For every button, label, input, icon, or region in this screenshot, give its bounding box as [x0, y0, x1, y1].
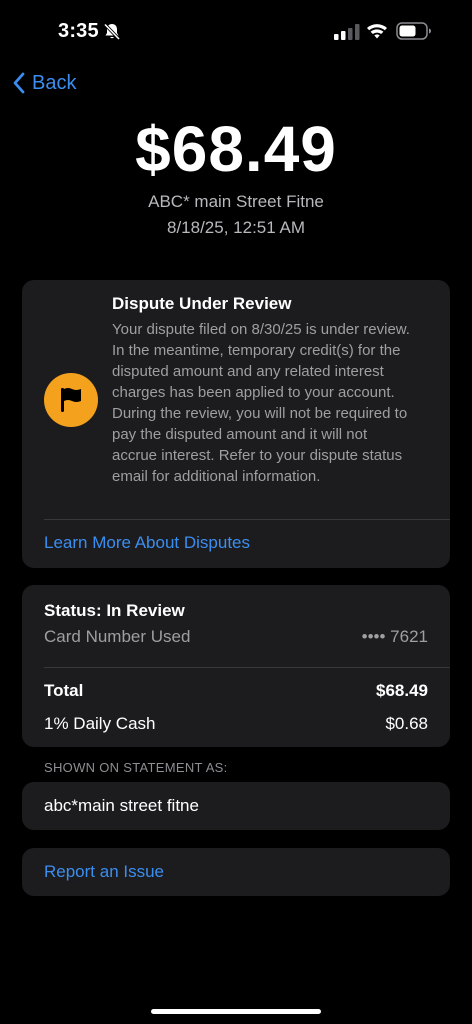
- report-issue-label: Report an Issue: [44, 862, 165, 881]
- transaction-details-card: Status: In Review Card Number Used •••• …: [22, 585, 450, 747]
- dispute-title: Dispute Under Review: [112, 294, 292, 313]
- total-label: Total: [44, 681, 84, 700]
- merchant-name: ABC* main Street Fitne: [148, 192, 324, 211]
- transaction-detail-screen: 3:35 Back $68.49 ABC* main Street Fitne …: [0, 0, 472, 1024]
- report-issue-button[interactable]: Report an Issue: [22, 848, 450, 896]
- chevron-left-icon: [12, 71, 26, 95]
- cellular-signal-icon: [334, 24, 360, 45]
- daily-cash-label: 1% Daily Cash: [44, 714, 156, 733]
- statement-section-header: SHOWN ON STATEMENT AS:: [44, 760, 228, 775]
- transaction-amount: $68.49: [135, 113, 337, 185]
- transaction-datetime: 8/18/25, 12:51 AM: [167, 218, 305, 237]
- back-label: Back: [32, 71, 77, 94]
- card-number-label: Card Number Used: [44, 627, 191, 646]
- divider: [44, 519, 450, 520]
- flag-icon: [44, 373, 98, 427]
- home-indicator[interactable]: [151, 1009, 321, 1014]
- back-button[interactable]: Back: [12, 68, 76, 98]
- battery-icon: [396, 22, 432, 45]
- dispute-card: Dispute Under Review Your dispute filed …: [22, 280, 450, 568]
- card-number-value: •••• 7621: [361, 627, 428, 646]
- dispute-description: Your dispute filed on 8/30/25 is under r…: [112, 321, 410, 485]
- status-time: 3:35: [58, 20, 99, 42]
- status-bar: 3:35: [0, 0, 472, 62]
- total-value: $68.49: [376, 681, 428, 700]
- statement-name-card: abc*main street fitne: [22, 782, 450, 830]
- statement-name-value: abc*main street fitne: [44, 796, 199, 815]
- status-label: Status: In Review: [44, 601, 185, 620]
- daily-cash-value: $0.68: [385, 714, 428, 733]
- bell-slash-icon: [102, 22, 122, 42]
- divider: [44, 667, 450, 668]
- learn-more-disputes-link[interactable]: Learn More About Disputes: [44, 533, 250, 553]
- wifi-icon: [366, 22, 388, 45]
